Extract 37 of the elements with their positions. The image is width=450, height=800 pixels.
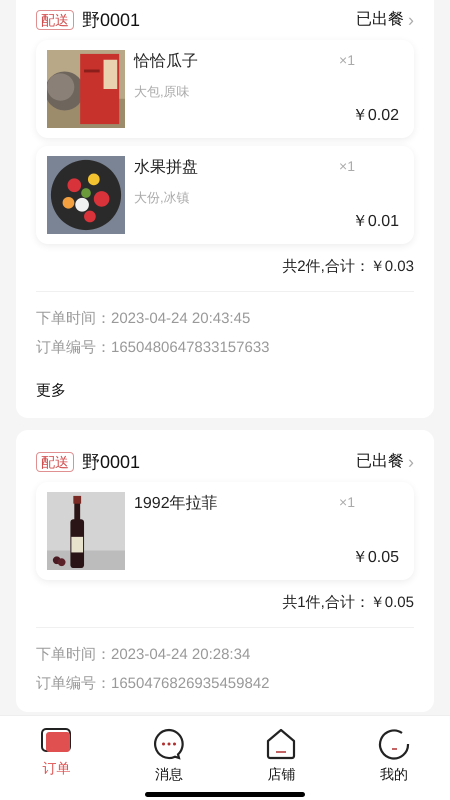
product-price: ￥0.05 [352,548,399,568]
product-spec: 大份,冰镇 [134,189,190,207]
tab[interactable]: 订单 [0,716,112,800]
product-price: ￥0.02 [352,106,399,126]
shop-name: 野0001 [82,8,140,32]
chevron-icon: › [408,11,414,29]
order-time: 下单时间：2023-04-24 20:43:45 [36,308,250,328]
product-card[interactable]: 恰恰瓜子 ×1 大包,原味 ￥0.02 [36,40,414,138]
product-name: 1992年拉菲 [134,494,218,514]
profile-icon [378,728,410,760]
product-name: 恰恰瓜子 [134,52,198,72]
tab[interactable]: 店铺 [225,716,338,800]
order-number: 订单编号：1650476826935459842 [36,674,270,694]
product-price: ￥0.01 [352,212,399,232]
delivery-tag: 配送 [36,452,74,472]
order-number: 订单编号：1650480647833157633 [36,338,270,358]
tab[interactable]: 我的 [338,716,450,800]
product-card[interactable]: 1992年拉菲 ×1 ￥0.05 [36,482,414,580]
order-status: 已出餐 [356,10,404,30]
order-total: 共1件,合计：￥0.05 [282,593,414,613]
more-button[interactable]: 更多 [36,380,66,402]
order-total: 共2件,合计：￥0.03 [282,257,414,277]
house-icon [265,728,298,760]
quantity: ×1 [339,157,355,176]
order-status: 已出餐 [356,452,404,472]
order-time: 下单时间：2023-04-24 20:28:34 [36,644,250,664]
chevron-icon: › [408,453,414,471]
shop-name: 野0001 [82,450,140,474]
quantity: ×1 [339,51,355,70]
tab[interactable]: 消息 [112,716,225,800]
delivery-tag: 配送 [36,10,74,30]
product-spec: 大包,原味 [134,83,190,101]
quantity: ×1 [339,493,355,512]
product-card[interactable]: 水果拼盘 ×1 大份,冰镇 ￥0.01 [36,146,414,244]
chat-icon [152,728,185,760]
order-icon [40,728,72,754]
product-name: 水果拼盘 [134,158,198,178]
